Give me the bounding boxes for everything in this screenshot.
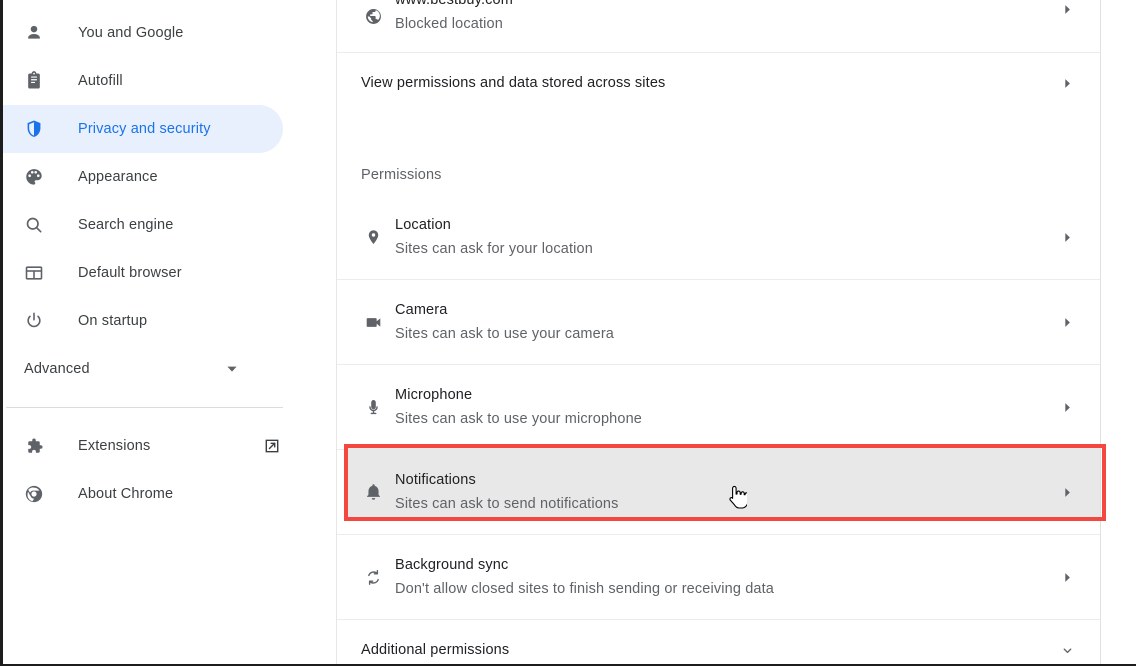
chrome-logo-icon [24,484,44,504]
permission-title: Background sync [395,557,509,573]
permission-title: Microphone [395,387,473,403]
sync-icon [361,568,385,587]
view-permissions-label: View permissions and data stored across … [361,75,666,91]
chevron-right-icon[interactable] [1055,402,1079,413]
sidebar-advanced-toggle[interactable]: Advanced [0,345,283,393]
permission-row-notifications[interactable]: Notifications Sites can ask to send noti… [337,450,1103,535]
permission-text: Microphone Sites can ask to use your mic… [395,384,1055,430]
permission-text: Camera Sites can ask to use your camera [395,299,1055,345]
additional-permissions-row[interactable]: Additional permissions [337,620,1103,666]
view-permissions-row[interactable]: View permissions and data stored across … [337,53,1103,113]
permission-title: Notifications [395,472,476,488]
palette-icon [24,167,44,187]
settings-main-panel: www.bestbuy.com Blocked location View pe… [336,0,1136,666]
sidebar-item-you-and-google[interactable]: You and Google [0,9,283,57]
sidebar-item-extensions[interactable]: Extensions [0,422,283,470]
additional-permissions-text: Additional permissions [361,639,1055,661]
sidebar-item-label: Appearance [78,169,158,185]
globe-icon [361,7,385,26]
sidebar-item-label: You and Google [78,25,184,41]
sidebar-item-label: On startup [78,313,148,329]
permission-title: Camera [395,302,448,318]
view-permissions-text: View permissions and data stored across … [361,72,1055,94]
permission-subtitle: Don't allow closed sites to finish sendi… [395,581,775,597]
sidebar-item-label: Search engine [78,217,174,233]
content-right-edge [1100,0,1101,666]
permission-text: Notifications Sites can ask to send noti… [395,469,1055,515]
chevron-down-icon [225,362,239,376]
settings-sidebar: You and Google Autofill Privacy and secu… [0,0,336,666]
clipboard-icon [24,71,44,91]
sidebar-item-label: Privacy and security [78,121,211,137]
permission-subtitle: Sites can ask to use your microphone [395,411,643,427]
permission-subtitle: Sites can ask to send notifications [395,496,619,512]
power-icon [24,311,44,331]
permission-subtitle: Sites can ask to use your camera [395,326,615,342]
sidebar-item-label: Autofill [78,73,123,89]
settings-content-scroll: www.bestbuy.com Blocked location View pe… [337,0,1103,666]
content-right-gutter [1101,0,1133,666]
additional-permissions-label: Additional permissions [361,642,510,658]
site-exception-title: www.bestbuy.com [395,0,513,8]
sidebar-item-label: Extensions [78,438,151,454]
permission-title: Location [395,217,451,233]
permission-row-camera[interactable]: Camera Sites can ask to use your camera [337,280,1103,365]
person-icon [24,23,44,43]
bell-icon [361,483,385,502]
sidebar-divider [6,407,283,408]
sidebar-item-about-chrome[interactable]: About Chrome [0,470,283,518]
sidebar-advanced-label: Advanced [24,361,90,377]
chevron-right-icon[interactable] [1055,78,1079,89]
permission-row-microphone[interactable]: Microphone Sites can ask to use your mic… [337,365,1103,450]
location-pin-icon [361,228,385,247]
site-exception-text: www.bestbuy.com Blocked location [395,0,1055,35]
sidebar-item-search-engine[interactable]: Search engine [0,201,283,249]
browser-window-icon [24,263,44,283]
search-icon [24,215,44,235]
permissions-section-header: Permissions [361,167,442,183]
video-camera-icon [361,313,385,332]
permission-text: Background sync Don't allow closed sites… [395,554,1055,600]
chevron-right-icon[interactable] [1055,4,1079,15]
microphone-icon [361,398,385,417]
sidebar-item-label: About Chrome [78,486,174,502]
chevron-right-icon[interactable] [1055,317,1079,328]
chevron-right-icon[interactable] [1055,232,1079,243]
permission-row-background-sync[interactable]: Background sync Don't allow closed sites… [337,535,1103,620]
chevron-down-icon[interactable] [1055,644,1079,657]
sidebar-item-default-browser[interactable]: Default browser [0,249,283,297]
sidebar-item-appearance[interactable]: Appearance [0,153,283,201]
permission-subtitle: Sites can ask for your location [395,241,593,257]
permission-row-location[interactable]: Location Sites can ask for your location [337,195,1103,280]
site-exception-subtitle: Blocked location [395,16,503,32]
sidebar-item-on-startup[interactable]: On startup [0,297,283,345]
chrome-settings-window: You and Google Autofill Privacy and secu… [0,0,1136,666]
open-in-new-icon[interactable] [263,437,281,455]
sidebar-item-privacy-and-security[interactable]: Privacy and security [0,105,283,153]
sidebar-item-autofill[interactable]: Autofill [0,57,283,105]
chevron-right-icon[interactable] [1055,487,1079,498]
site-exception-row[interactable]: www.bestbuy.com Blocked location [337,0,1103,53]
chevron-right-icon[interactable] [1055,572,1079,583]
puzzle-icon [24,436,44,456]
section-spacer [337,113,1103,143]
shield-icon [24,119,44,139]
permission-text: Location Sites can ask for your location [395,214,1055,260]
sidebar-item-label: Default browser [78,265,182,281]
